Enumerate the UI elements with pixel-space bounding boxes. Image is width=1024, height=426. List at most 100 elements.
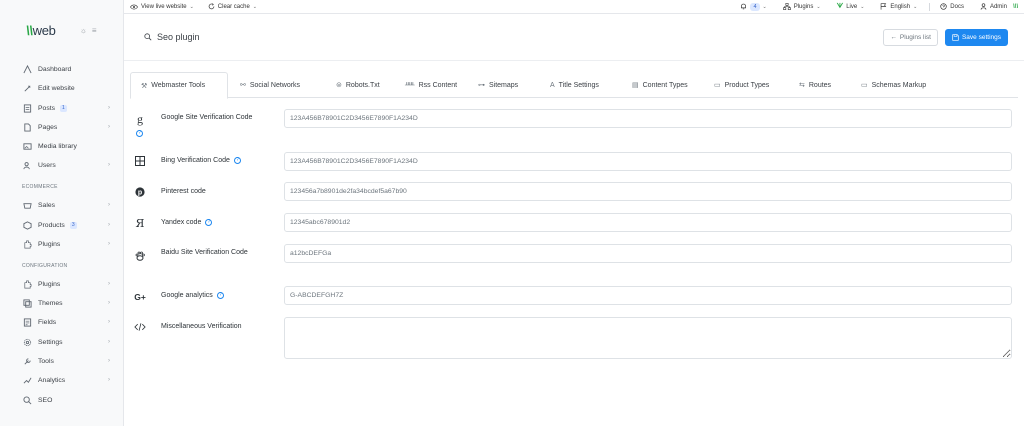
- section-configuration: CONFIGURATION: [22, 263, 68, 269]
- field-label-pinterest: Pinterest code: [161, 188, 206, 195]
- field-label-google-analytics: Google analytics ?: [161, 292, 224, 299]
- svg-text:p: p: [138, 190, 142, 197]
- admin-user-menu[interactable]: Admin \\\: [980, 3, 1018, 10]
- chevron-right-icon: ›: [108, 241, 110, 247]
- edit-icon: [22, 83, 32, 93]
- chevron-right-icon: ›: [108, 300, 110, 306]
- misc-verification-textarea[interactable]: [284, 317, 1012, 359]
- plugins-menu[interactable]: Plugins ⌄: [782, 3, 821, 10]
- menu-icon[interactable]: ≡: [92, 26, 97, 35]
- sidebar-item-ecommerce-plugins[interactable]: Plugins ›: [0, 237, 124, 251]
- tab-product-types[interactable]: ▭ Product Types: [714, 72, 787, 98]
- tab-sitemaps[interactable]: ⊶ Sitemaps: [478, 72, 530, 98]
- tab-routes[interactable]: ⇆ Routes: [799, 72, 841, 98]
- google-analytics-input[interactable]: [284, 286, 1012, 305]
- chevron-right-icon: ›: [108, 339, 110, 345]
- live-icon: ᗐ: [836, 2, 844, 10]
- sidebar-item-seo[interactable]: SEO: [0, 393, 124, 407]
- sidebar-item-media-library[interactable]: Media library: [0, 139, 124, 153]
- google-verification-input[interactable]: [284, 109, 1012, 128]
- tools-icon: ⚒: [141, 82, 148, 90]
- tab-robots-txt[interactable]: ⊜ Robots.Txt: [336, 72, 392, 98]
- notifications-button[interactable]: 4 ⌄: [740, 2, 767, 11]
- sidebar-item-posts[interactable]: Posts 1 ›: [0, 101, 124, 115]
- brand-mark-icon: \\\: [1012, 3, 1018, 10]
- help-icon[interactable]: ?: [216, 292, 224, 299]
- plugins-icon: [22, 239, 32, 249]
- plugins-icon: [22, 279, 32, 289]
- language-menu[interactable]: English ⌄: [880, 3, 917, 10]
- seo-icon: [22, 395, 32, 405]
- live-status-menu[interactable]: ᗐ Live ⌄: [837, 3, 865, 11]
- share-icon: ⚯: [240, 82, 246, 89]
- tab-content-types[interactable]: ▤ Content Types: [632, 72, 702, 98]
- settings-icon: [22, 337, 32, 347]
- chevron-right-icon: ›: [108, 124, 110, 130]
- sidebar-item-users[interactable]: Users ›: [0, 158, 124, 172]
- tab-bar: ⚒ Webmaster Tools ⚯ Social Networks ⊜ Ro…: [130, 72, 1018, 99]
- posts-icon: [22, 103, 32, 113]
- yandex-code-input[interactable]: [284, 213, 1012, 232]
- arrow-left-icon: ←: [890, 33, 897, 41]
- sidebar-item-dashboard[interactable]: Dashboard: [0, 62, 124, 76]
- section-ecommerce: ECOMMERCE: [22, 184, 58, 190]
- sidebar-item-pages[interactable]: Pages ›: [0, 120, 124, 134]
- products-icon: [22, 220, 32, 230]
- pinterest-code-input[interactable]: [284, 182, 1012, 201]
- tab-schemas-markup[interactable]: ▭ Schemas Markup: [861, 72, 941, 98]
- help-icon[interactable]: ?: [136, 130, 143, 137]
- clear-cache-button[interactable]: Clear cache ⌄: [208, 3, 257, 10]
- chevron-down-icon: ⌄: [189, 3, 194, 10]
- field-label-yandex: Yandex code ?: [161, 219, 213, 226]
- tab-social-networks[interactable]: ⚯ Social Networks: [240, 72, 325, 98]
- rss-icon: ᚊ: [405, 82, 415, 89]
- chevron-down-icon: ⌄: [762, 3, 767, 10]
- sun-icon[interactable]: ☼: [80, 26, 87, 35]
- logo[interactable]: \\ web: [26, 23, 56, 38]
- pinterest-icon: p: [134, 186, 146, 198]
- search-icon: [144, 33, 152, 41]
- view-live-website-link[interactable]: View live website ⌄: [130, 4, 194, 10]
- sidebar-item-plugins[interactable]: Plugins ›: [0, 277, 124, 291]
- help-icon[interactable]: ?: [233, 157, 241, 164]
- field-label-misc: Miscellaneous Verification: [161, 323, 242, 330]
- sidebar-item-settings[interactable]: Settings ›: [0, 335, 124, 349]
- baidu-verification-input[interactable]: [284, 244, 1012, 263]
- fields-icon: [22, 317, 32, 327]
- chevron-down-icon: ⌄: [252, 3, 257, 10]
- sidebar-item-edit-website[interactable]: Edit website: [0, 81, 124, 95]
- analytics-icon: [22, 375, 32, 385]
- sidebar-item-themes[interactable]: Themes ›: [0, 296, 124, 310]
- docs-link[interactable]: Docs: [940, 3, 964, 10]
- yandex-icon: Я: [135, 216, 145, 230]
- google-plus-icon: G+: [134, 292, 146, 302]
- chevron-down-icon: ⌄: [913, 3, 918, 10]
- code-icon: [134, 321, 146, 333]
- sidebar-item-fields[interactable]: Fields ›: [0, 315, 124, 329]
- refresh-icon: [208, 3, 215, 10]
- help-icon[interactable]: ?: [205, 219, 213, 226]
- sidebar-item-tools[interactable]: Tools ›: [0, 354, 124, 368]
- bing-verification-input[interactable]: [284, 152, 1012, 171]
- themes-icon: [22, 298, 32, 308]
- chevron-right-icon: ›: [108, 358, 110, 364]
- divider: [929, 2, 931, 11]
- tab-title-settings[interactable]: A Title Settings: [550, 72, 614, 98]
- users-icon: [22, 160, 32, 170]
- tab-webmaster-tools[interactable]: ⚒ Webmaster Tools: [130, 72, 228, 99]
- eye-icon: [130, 4, 138, 10]
- robot-icon: ⊜: [336, 82, 342, 89]
- sidebar-item-sales[interactable]: Sales ›: [0, 198, 124, 212]
- flag-icon: [880, 3, 887, 10]
- sidebar-tools: ☼ ≡: [80, 26, 97, 35]
- sidebar-item-products[interactable]: Products 3 ›: [0, 218, 124, 232]
- tab-rss-content[interactable]: ᚊ Rss Content: [405, 72, 463, 98]
- pages-icon: [22, 122, 32, 132]
- sitemap-icon: [782, 3, 791, 10]
- chevron-right-icon: ›: [108, 319, 110, 325]
- save-settings-button[interactable]: Save settings: [944, 28, 1008, 46]
- sidebar-item-analytics[interactable]: Analytics ›: [0, 373, 124, 387]
- sales-icon: [22, 200, 32, 210]
- plugins-list-button[interactable]: ← Plugins list: [883, 28, 938, 46]
- logo-row: \\ web ☼ ≡: [0, 0, 123, 60]
